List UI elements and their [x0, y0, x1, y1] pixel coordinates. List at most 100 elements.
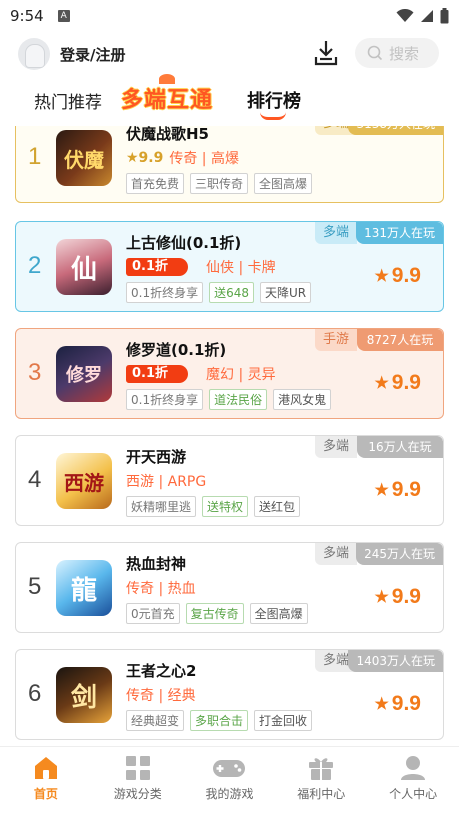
- download-icon[interactable]: [312, 38, 340, 68]
- star-icon: ★: [374, 696, 389, 713]
- game-subline: 传奇 | 经典: [126, 685, 196, 705]
- platform-badge: 多端: [314, 543, 357, 565]
- game-card[interactable]: 6 剑 王者之心2 传奇 | 经典 经典超变 多职合击 打金回收 多端 1403…: [15, 649, 444, 740]
- game-card[interactable]: 2 仙 上古修仙(0.1折) 0.1折 仙侠 | 卡牌 0.1折终身享 送648…: [15, 221, 444, 312]
- nav-my-games-label: 我的游戏: [205, 787, 254, 801]
- thumb-text: 伏魔: [64, 147, 104, 172]
- game-category: 传奇 | 热血: [126, 581, 196, 597]
- game-name: 伏魔战歌H5: [126, 126, 209, 143]
- rank-number: 4: [28, 466, 42, 493]
- nav-home-label: 首页: [33, 787, 58, 801]
- multi-logo-decoration: [159, 74, 175, 84]
- game-category: 西游 | ARPG: [126, 474, 207, 490]
- game-tag: 道法民俗: [209, 389, 268, 410]
- bottom-nav: 首页 游戏分类 我的游戏 福利中心 个人中心: [0, 746, 459, 816]
- score-value: 9.9: [391, 371, 421, 394]
- score-value: 9.9: [391, 264, 421, 287]
- game-card[interactable]: 3 修罗 修罗道(0.1折) 0.1折 魔幻 | 灵异 0.1折终身享 道法民俗…: [15, 328, 444, 419]
- game-tag: 经典超变: [126, 710, 185, 731]
- game-category: 传奇 | 经典: [126, 688, 196, 704]
- platform-badge: 多端: [314, 222, 357, 244]
- gamepad-icon: [213, 760, 246, 777]
- platform-badge: 手游: [314, 329, 357, 351]
- home-icon: [34, 757, 57, 779]
- game-name: 上古修仙(0.1折): [126, 234, 242, 252]
- game-category: 传奇 | 高爆: [169, 151, 239, 167]
- nav-my-games[interactable]: 我的游戏: [184, 747, 276, 816]
- star-icon: ★: [374, 268, 389, 285]
- avatar[interactable]: [18, 38, 50, 70]
- star-icon: ★: [374, 375, 389, 392]
- rank-number: 6: [28, 680, 42, 707]
- platform-badge: 多端: [314, 436, 357, 458]
- game-tags: 0.1折终身享 送648 天降UR: [126, 282, 312, 303]
- game-subline: 0.1折 仙侠 | 卡牌: [126, 257, 276, 277]
- online-count-badge: 245万人在玩: [356, 543, 443, 565]
- game-tag: 首充免费: [126, 173, 185, 194]
- rank-number: 2: [28, 252, 42, 279]
- battery-icon: [440, 8, 449, 24]
- game-tags: 首充免费 三职传奇 全图高爆: [126, 173, 313, 194]
- game-subline: ★9.9 传奇 | 高爆: [126, 148, 239, 168]
- nav-welfare[interactable]: 福利中心: [275, 747, 367, 816]
- game-tag: 全图高爆: [254, 173, 313, 194]
- game-name: 热血封神: [126, 555, 187, 573]
- game-tag: 多职合击: [190, 710, 249, 731]
- game-tag: 复古传奇: [185, 603, 244, 624]
- game-category: 魔幻 | 灵异: [206, 367, 276, 383]
- game-category: 仙侠 | 卡牌: [206, 260, 276, 276]
- tab-multi-platform[interactable]: 多端互通: [121, 74, 213, 114]
- status-bar: 9:54 A: [0, 0, 459, 32]
- thumb-text: 西游: [64, 470, 104, 495]
- game-thumbnail: 剑: [56, 667, 112, 723]
- game-tag: 送红包: [254, 496, 301, 517]
- game-tag: 送特权: [202, 496, 249, 517]
- game-card[interactable]: 4 西游 开天西游 西游 | ARPG 妖精哪里逃 送特权 送红包 多端 16万…: [15, 435, 444, 526]
- game-tag: 送648: [209, 282, 254, 303]
- nav-home[interactable]: 首页: [0, 747, 92, 816]
- score: ★ 9.9: [374, 692, 421, 716]
- game-tag: 0元首充: [126, 603, 180, 624]
- game-tag: 港风女鬼: [273, 389, 332, 410]
- star-icon: ★: [374, 482, 389, 499]
- rank-number: 5: [28, 573, 42, 600]
- nav-profile[interactable]: 个人中心: [367, 747, 459, 816]
- online-count-badge: 3138万人在玩: [348, 126, 443, 135]
- game-card[interactable]: 5 龍 热血封神 传奇 | 热血 0元首充 复古传奇 全图高爆 多端 245万人…: [15, 542, 444, 633]
- game-name: 王者之心2: [126, 662, 197, 680]
- game-tags: 妖精哪里逃 送特权 送红包: [126, 496, 301, 517]
- game-rating: ★9.9: [126, 150, 164, 166]
- rank-number: 1: [28, 143, 42, 170]
- search-icon: [367, 45, 383, 61]
- thumb-text: 龍: [70, 575, 97, 606]
- active-tab-indicator: [260, 112, 286, 120]
- top-tabs: 热门推荐 多端互通 排行榜: [0, 74, 459, 124]
- status-time: 9:54: [10, 7, 44, 25]
- game-tag: 0.1折终身享: [126, 282, 204, 303]
- nav-category[interactable]: 游戏分类: [92, 747, 184, 816]
- game-tag: 三职传奇: [190, 173, 249, 194]
- thumb-text: 仙: [70, 254, 97, 285]
- nav-category-label: 游戏分类: [113, 787, 162, 801]
- nav-welfare-label: 福利中心: [297, 787, 346, 801]
- score: ★ 9.9: [374, 478, 421, 502]
- score-value: 9.9: [391, 478, 421, 501]
- game-subline: 传奇 | 热血: [126, 578, 196, 598]
- game-tags: 0元首充 复古传奇 全图高爆: [126, 603, 308, 624]
- tab-hot-recommend[interactable]: 热门推荐: [34, 88, 102, 113]
- search-placeholder: 搜索: [389, 44, 420, 63]
- game-tag: 打金回收: [254, 710, 313, 731]
- online-count-badge: 1403万人在玩: [348, 650, 443, 672]
- notification-a-icon: A: [57, 10, 70, 22]
- rank-number: 3: [28, 359, 42, 386]
- nav-profile-label: 个人中心: [389, 787, 438, 801]
- user-icon: [401, 756, 426, 780]
- game-card[interactable]: 1 伏魔 伏魔战歌H5 ★9.9 传奇 | 高爆 首充免费 三职传奇 全图高爆 …: [15, 126, 444, 203]
- score-value: 9.9: [391, 585, 421, 608]
- search-box[interactable]: 搜索: [355, 38, 439, 68]
- game-subline: 西游 | ARPG: [126, 471, 206, 491]
- login-register-link[interactable]: 登录/注册: [60, 44, 125, 65]
- online-count-badge: 8727人在玩: [357, 329, 443, 351]
- thumb-text: 剑: [70, 682, 97, 713]
- tab-ranking[interactable]: 排行榜: [247, 87, 301, 113]
